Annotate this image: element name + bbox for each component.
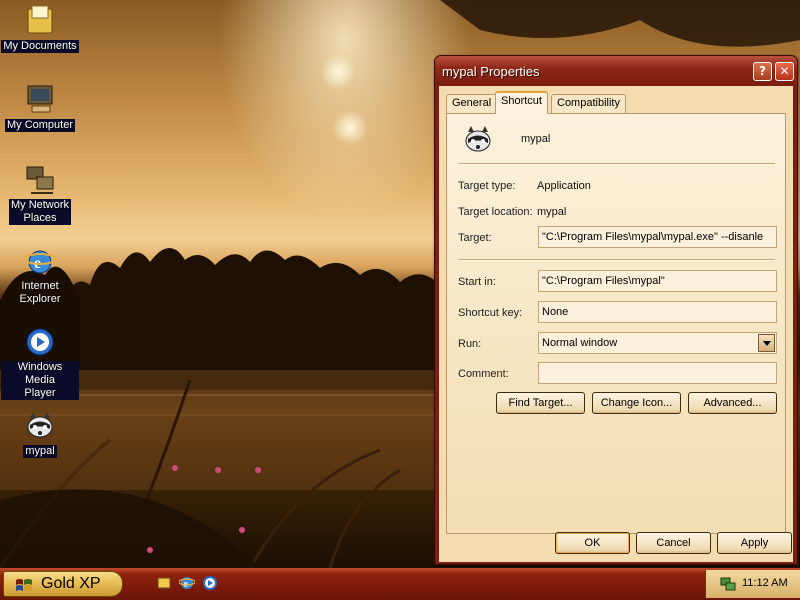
target-type-value: Application	[537, 180, 591, 192]
run-select[interactable]: Normal window	[538, 332, 777, 354]
comment-field[interactable]	[538, 362, 777, 384]
tab-compatibility[interactable]: Compatibility	[551, 94, 626, 113]
tab-shortcut[interactable]: Shortcut	[495, 91, 548, 114]
desktop-icon-label: Internet Explorer	[18, 280, 63, 306]
desktop-icon-my-documents[interactable]: My Documents	[1, 3, 79, 53]
show-desktop-icon[interactable]	[157, 576, 171, 590]
target-location-value: mypal	[537, 206, 567, 218]
shortcut-key-label: Shortcut key:	[458, 307, 523, 319]
run-select-value: Normal window	[542, 337, 618, 349]
label-line: Places	[23, 212, 57, 224]
folder-icon	[23, 3, 57, 37]
dialog-title: mypal Properties	[442, 64, 540, 79]
shortcut-key-field[interactable]: None	[538, 301, 777, 323]
network-tray-icon[interactable]	[719, 575, 737, 593]
chevron-down-icon[interactable]	[758, 334, 775, 352]
label-line: Internet	[21, 280, 59, 292]
desktop-icon-label: mypal	[23, 445, 57, 458]
dialog-client-area: General Shortcut Compatibility mypal Tar…	[439, 86, 793, 562]
computer-icon	[23, 82, 57, 116]
desktop-icon-my-computer[interactable]: My Computer	[1, 82, 79, 132]
ok-button[interactable]: OK	[555, 532, 630, 554]
cancel-button[interactable]: Cancel	[636, 532, 711, 554]
start-button[interactable]: Gold XP	[3, 571, 123, 597]
run-label: Run:	[458, 338, 482, 350]
label-line: Explorer	[19, 293, 61, 305]
sun-flare	[322, 52, 354, 92]
find-target-button[interactable]: Find Target...	[496, 392, 585, 414]
desktop-icon-windows-media-player[interactable]: Windows Media Player	[1, 325, 79, 400]
comment-label: Comment:	[458, 368, 509, 380]
label-line: Player	[24, 387, 56, 399]
desktop-icon-internet-explorer[interactable]: e Internet Explorer	[1, 244, 79, 306]
tab-general[interactable]: General	[446, 94, 498, 113]
separator	[459, 259, 775, 261]
properties-dialog: mypal Properties ? ✕ General Shortcut Co…	[434, 55, 798, 565]
dialog-title-bar[interactable]: mypal Properties ? ✕	[435, 56, 797, 86]
taskbar: Gold XP e 11:12 AM	[0, 568, 800, 600]
raccoon-icon	[23, 408, 57, 442]
separator	[459, 163, 775, 165]
target-field[interactable]: "C:\Program Files\mypal\mypal.exe" --dis…	[538, 226, 777, 248]
change-icon-button[interactable]: Change Icon...	[592, 392, 681, 414]
start-in-label: Start in:	[458, 276, 496, 288]
target-location-label: Target location:	[458, 206, 533, 218]
close-button[interactable]: ✕	[775, 62, 794, 81]
advanced-button[interactable]: Advanced...	[688, 392, 777, 414]
help-button[interactable]: ?	[753, 62, 772, 81]
media-player-icon[interactable]	[202, 575, 218, 591]
desktop-icon-label: My Documents	[1, 40, 79, 53]
desktop-icon-mypal[interactable]: mypal	[1, 408, 79, 458]
desktop-icon-label: My Computer	[4, 119, 76, 132]
target-type-label: Target type:	[458, 180, 516, 192]
desktop-icon-my-network-places[interactable]: My Network Places	[1, 163, 79, 225]
start-label: Gold XP	[41, 575, 101, 592]
sun-flare	[333, 108, 367, 148]
shortcut-tab-panel: mypal Target type: Application Target lo…	[446, 113, 786, 534]
desktop-icon-label: My Network Places	[8, 199, 72, 225]
desktop-icon-label: Windows Media Player	[1, 361, 79, 400]
windows-flag-icon	[14, 576, 34, 594]
clock[interactable]: 11:12 AM	[742, 577, 788, 589]
internet-explorer-icon[interactable]: e	[178, 575, 196, 591]
raccoon-icon	[461, 122, 495, 156]
media-player-icon	[23, 325, 57, 359]
internet-explorer-icon: e	[23, 244, 57, 278]
apply-button[interactable]: Apply	[717, 532, 792, 554]
label-line: My Network	[10, 199, 70, 211]
system-tray: 11:12 AM	[705, 570, 800, 598]
help-icon: ?	[759, 64, 766, 78]
target-label: Target:	[458, 232, 492, 244]
network-icon	[23, 163, 57, 197]
close-icon: ✕	[779, 64, 790, 78]
start-in-field[interactable]: "C:\Program Files\mypal"	[538, 270, 777, 292]
label-line: Windows Media	[17, 361, 63, 386]
shortcut-name: mypal	[521, 133, 551, 145]
